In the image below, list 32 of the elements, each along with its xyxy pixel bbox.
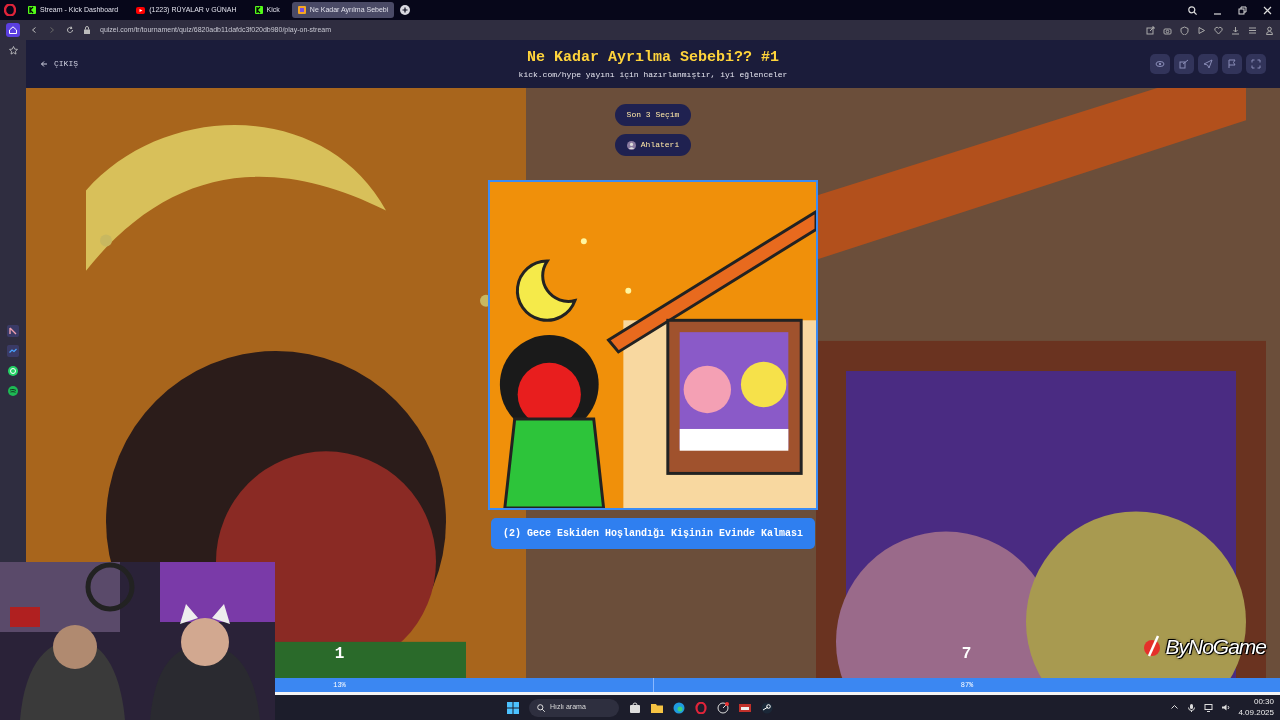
- app-icon[interactable]: [7, 325, 19, 337]
- star-icon[interactable]: [8, 46, 18, 55]
- microphone-icon[interactable]: [1187, 703, 1197, 712]
- new-tab-icon[interactable]: [400, 5, 411, 15]
- reload-icon[interactable]: [66, 26, 74, 34]
- search-icon[interactable]: [1188, 5, 1197, 15]
- close-icon[interactable]: [1263, 5, 1272, 15]
- forward-icon: [48, 26, 56, 34]
- folder-icon[interactable]: [651, 701, 663, 714]
- back-icon[interactable]: [30, 26, 38, 34]
- speaker-icon[interactable]: [1221, 703, 1231, 712]
- recorder-icon[interactable]: [739, 701, 751, 714]
- share-icon[interactable]: [1146, 25, 1155, 35]
- list-icon[interactable]: [1248, 25, 1257, 35]
- restore-icon[interactable]: [1238, 5, 1247, 15]
- shield-icon[interactable]: [1180, 25, 1189, 35]
- monitor-icon[interactable]: [1204, 703, 1214, 712]
- clock-date: 4.09.2025: [1238, 707, 1274, 718]
- quiz-icon: [297, 6, 306, 14]
- play-icon[interactable]: [1197, 25, 1206, 35]
- download-icon[interactable]: [1231, 25, 1240, 35]
- profile-icon[interactable]: [1265, 25, 1274, 35]
- gauge-icon[interactable]: [717, 701, 729, 714]
- store-icon[interactable]: [629, 701, 641, 714]
- heart-icon[interactable]: [1214, 25, 1223, 35]
- home-icon[interactable]: [6, 23, 20, 37]
- camera-icon[interactable]: [1163, 25, 1172, 35]
- windows-icon[interactable]: [507, 701, 519, 714]
- lock-icon: [84, 26, 90, 34]
- clock-time: 00:30: [1252, 697, 1274, 708]
- video-icon: [136, 6, 146, 14]
- search-icon: [537, 703, 545, 712]
